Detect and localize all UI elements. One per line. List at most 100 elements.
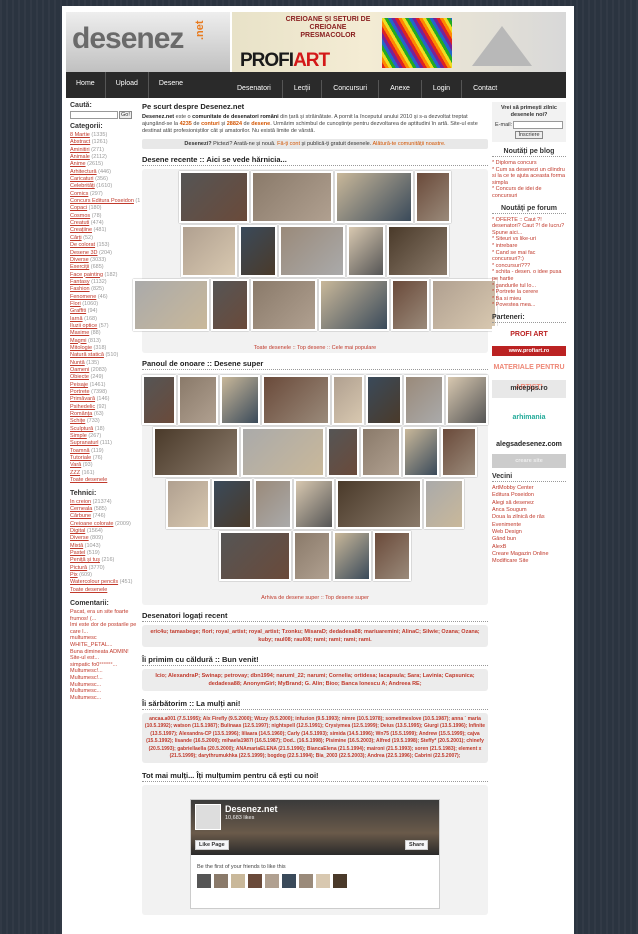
category-item-link[interactable]: Celebrități xyxy=(70,183,95,189)
honor-thumbnail[interactable] xyxy=(178,375,218,425)
join-link[interactable]: Alătură-te comunității noastre. xyxy=(372,141,445,147)
category-item-link[interactable]: Românța xyxy=(70,411,92,417)
honor-thumbnail[interactable] xyxy=(366,375,402,425)
comment-item[interactable]: Multumesc... xyxy=(70,688,140,695)
category-item-link[interactable]: 8 Martie xyxy=(70,132,90,138)
category-item-link[interactable]: Mitologie xyxy=(70,345,92,351)
category-item-link[interactable]: Tutoriale xyxy=(70,455,91,461)
facebook-friend-avatar[interactable] xyxy=(214,874,228,889)
honor-thumbnail[interactable] xyxy=(293,531,331,581)
honor-thumbnail[interactable] xyxy=(403,427,439,477)
recent-thumbnail[interactable] xyxy=(279,225,345,277)
forum-item[interactable]: * Povestea mea... xyxy=(492,302,566,309)
category-item-link[interactable]: Simple xyxy=(70,433,87,439)
category-item-link[interactable]: Copaci xyxy=(70,205,87,211)
blog-item[interactable]: * Concurs de idei de concursuri xyxy=(492,186,566,199)
comment-item[interactable]: Buna dimineata ADMIN! Site-ul est... xyxy=(70,649,140,662)
subscribe-button[interactable]: Înscriere xyxy=(515,131,543,139)
forum-item[interactable]: * gandurile tul lo... xyxy=(492,283,566,290)
welcome-users[interactable]: Icio; AlexandraP; Swinap; petrovay; dbn1… xyxy=(142,669,488,691)
category-item-link[interactable]: Aminitiri xyxy=(70,147,90,153)
honor-caption[interactable]: Arhiva de desene super :: Top desene sup… xyxy=(142,595,488,601)
category-item-link[interactable]: Graffiti xyxy=(70,308,86,314)
honor-thumbnail[interactable] xyxy=(254,479,292,529)
honor-thumbnail[interactable] xyxy=(212,479,252,529)
category-item-link[interactable]: Creatuti xyxy=(70,220,89,226)
link-item[interactable]: Modificare Site xyxy=(492,558,566,565)
nav-item-contact[interactable]: Contact xyxy=(461,80,508,98)
technique-item-link[interactable]: Pictură xyxy=(70,565,87,571)
category-item-link[interactable]: Exerciții xyxy=(70,264,89,270)
partner-1[interactable]: www.profiart.ro xyxy=(492,345,566,356)
forum-item[interactable]: * Portrete la cerere xyxy=(492,289,566,296)
create-account-link[interactable]: Fă-ți cont xyxy=(277,141,300,147)
comment-item[interactable]: Multumesc!... xyxy=(70,668,140,675)
category-item-link[interactable]: Flori xyxy=(70,301,81,307)
category-item-link[interactable]: Anime xyxy=(70,161,86,167)
facebook-friend-avatar[interactable] xyxy=(265,874,279,889)
partner-2[interactable]: MATERIALE PENTRU ARTIȘTI xyxy=(492,357,566,391)
category-item-link[interactable]: Desene 3D xyxy=(70,250,98,256)
forum-item[interactable]: * OFERTE :: Caut ?! desenatori? Caut ?! … xyxy=(492,217,566,237)
forum-item[interactable]: * schita - desen. o idee pusa pe hartie xyxy=(492,269,566,282)
technique-item-link[interactable]: Digital xyxy=(70,528,85,534)
category-item-link[interactable]: Primăvară xyxy=(70,396,95,402)
nav-item-upload[interactable]: Upload xyxy=(104,72,148,98)
honor-thumbnail[interactable] xyxy=(441,427,477,477)
honor-thumbnail[interactable] xyxy=(333,531,371,581)
category-item-link[interactable]: Diverse xyxy=(70,257,89,263)
honor-thumbnail[interactable] xyxy=(404,375,444,425)
recent-thumbnail[interactable] xyxy=(251,279,317,331)
category-item-link[interactable]: Natură statică xyxy=(70,352,104,358)
site-logo[interactable]: desenez .net xyxy=(66,12,230,78)
link-item[interactable]: Web Design xyxy=(492,529,566,536)
recent-thumbnail[interactable] xyxy=(179,171,249,223)
category-item-link[interactable]: ZZZ xyxy=(70,470,80,476)
category-item-link[interactable]: Animale xyxy=(70,154,90,160)
recent-thumbnail[interactable] xyxy=(251,171,333,223)
facebook-like-button[interactable]: Like Page xyxy=(195,840,229,851)
honor-thumbnail[interactable] xyxy=(336,479,422,529)
category-item-link[interactable]: Vară xyxy=(70,462,81,468)
category-item-link[interactable]: Supranaturl xyxy=(70,440,98,446)
technique-item-link[interactable]: Peniță și tuș xyxy=(70,557,100,563)
category-item-link[interactable]: Obiecte xyxy=(70,374,89,380)
category-item-link[interactable]: Arhitectură xyxy=(70,169,97,175)
technique-item-link[interactable]: Toate desenele xyxy=(70,587,107,593)
category-item-link[interactable]: Fashion xyxy=(70,286,90,292)
comment-item[interactable]: simpatic fo0°°°°°°... xyxy=(70,662,140,669)
logged-users[interactable]: eric4u; tamasbege; flori; royal_artist; … xyxy=(142,625,488,647)
technique-item-link[interactable]: Watercolour pencils xyxy=(70,579,118,585)
facebook-friend-avatar[interactable] xyxy=(248,874,262,889)
honor-thumbnail[interactable] xyxy=(166,479,210,529)
facebook-friend-avatar[interactable] xyxy=(299,874,313,889)
category-item-link[interactable]: Magmi xyxy=(70,338,87,344)
recent-thumbnail[interactable] xyxy=(133,279,209,331)
link-item[interactable]: Gând bun xyxy=(492,536,566,543)
category-item-link[interactable]: De colorat xyxy=(70,242,95,248)
honor-thumbnail[interactable] xyxy=(142,375,176,425)
recent-thumbnail[interactable] xyxy=(181,225,237,277)
recent-thumbnail[interactable] xyxy=(431,279,497,331)
comment-item[interactable]: Imi este dor de postarile pe care l... xyxy=(70,622,140,635)
technique-item-link[interactable]: Cerneala xyxy=(70,506,92,512)
partner-4[interactable]: arhimania xyxy=(492,399,566,436)
category-item-link[interactable]: Peisaje xyxy=(70,382,88,388)
link-item[interactable]: Editura Poseidon xyxy=(492,492,566,499)
comment-item[interactable]: Multumesc... xyxy=(70,682,140,689)
search-input[interactable] xyxy=(70,111,118,119)
comment-item[interactable]: Pacat, era un site foarte frumos! (... xyxy=(70,609,140,622)
link-item[interactable]: Alegi să desenez xyxy=(492,500,566,507)
category-item-link[interactable]: Oameni xyxy=(70,367,89,373)
technique-item-link[interactable]: În creion xyxy=(70,499,91,505)
honor-thumbnail[interactable] xyxy=(153,427,239,477)
technique-item-link[interactable]: Diverse xyxy=(70,535,89,541)
nav-item-lecții[interactable]: Lecții xyxy=(281,80,321,98)
forum-item[interactable]: * intrebare xyxy=(492,243,566,250)
nav-item-anexe[interactable]: Anexe xyxy=(378,80,421,98)
honor-thumbnail[interactable] xyxy=(262,375,330,425)
category-item-link[interactable]: Iarnă xyxy=(70,316,83,322)
comment-item[interactable]: multumesc WHITE_PETAL... xyxy=(70,635,140,648)
technique-item-link[interactable]: Mixtă xyxy=(70,543,83,549)
forum-item[interactable]: * Ba si mieu xyxy=(492,296,566,303)
